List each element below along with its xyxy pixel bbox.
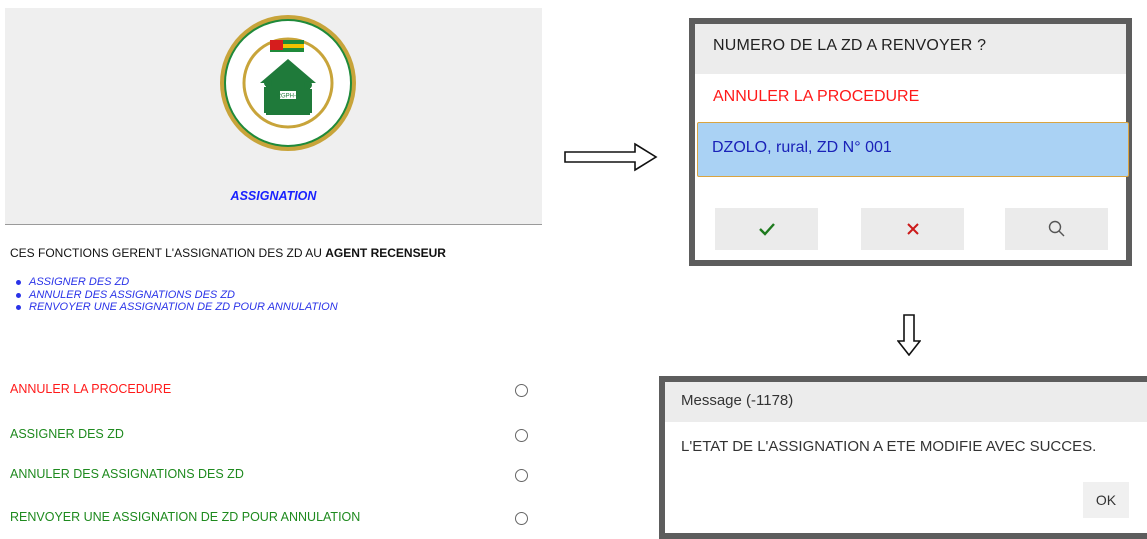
- check-icon: [758, 223, 775, 236]
- message-text: L'ETAT DE L'ASSIGNATION A ETE MODIFIE AV…: [681, 438, 1097, 455]
- dialog-title: Message (-1178): [681, 392, 794, 409]
- dialog-body: NUMERO DE LA ZD A RENVOYER ? ANNULER LA …: [695, 24, 1129, 260]
- search-icon: [1048, 220, 1064, 237]
- dialog-body: Message (-1178) L'ETAT DE L'ASSIGNATION …: [665, 382, 1147, 533]
- assignation-screen: RGPH-5 ASSIGNATION CES FONCTIONS GERENT …: [0, 0, 542, 539]
- ok-button[interactable]: OK: [1083, 482, 1129, 518]
- radio-button[interactable]: [515, 469, 528, 482]
- option-assign-zd[interactable]: ASSIGNER DES ZD: [10, 425, 530, 445]
- cancel-button[interactable]: [861, 208, 964, 250]
- close-icon: [906, 223, 919, 235]
- bullet-icon: [16, 280, 21, 285]
- zd-item-label: DZOLO, rural, ZD N° 001: [712, 139, 892, 156]
- radio-button[interactable]: [515, 384, 528, 397]
- function-list: ASSIGNER DES ZD ANNULER DES ASSIGNATIONS…: [16, 276, 338, 314]
- description-bold: AGENT RECENSEUR: [325, 246, 446, 260]
- option-return-assignment[interactable]: RENVOYER UNE ASSIGNATION DE ZD POUR ANNU…: [10, 508, 530, 528]
- search-button[interactable]: [1005, 208, 1108, 250]
- divider: [5, 224, 542, 225]
- page-title: ASSIGNATION: [230, 189, 317, 203]
- zd-select-dialog: NUMERO DE LA ZD A RENVOYER ? ANNULER LA …: [689, 18, 1132, 266]
- arrow-right-icon: [563, 141, 659, 178]
- radio-button[interactable]: [515, 512, 528, 525]
- dialog-title-bar: NUMERO DE LA ZD A RENVOYER ?: [695, 24, 1126, 74]
- logo-badge-text: RGPH-5: [277, 94, 300, 100]
- list-item: ANNULER DES ASSIGNATIONS DES ZD: [16, 289, 338, 302]
- zd-list-item-selected[interactable]: DZOLO, rural, ZD N° 001: [697, 122, 1129, 177]
- cancel-procedure-item[interactable]: ANNULER LA PROCEDURE: [713, 88, 919, 106]
- bullet-icon: [16, 292, 21, 298]
- option-cancel-assignments[interactable]: ANNULER DES ASSIGNATIONS DES ZD: [10, 465, 530, 485]
- description: CES FONCTIONS GERENT L'ASSIGNATION DES Z…: [10, 246, 446, 260]
- arrow-down-icon: [896, 314, 922, 361]
- message-dialog: Message (-1178) L'ETAT DE L'ASSIGNATION …: [659, 376, 1147, 539]
- header-area: RGPH-5 ASSIGNATION: [5, 8, 542, 224]
- confirm-button[interactable]: [715, 208, 818, 250]
- dialog-title: NUMERO DE LA ZD A RENVOYER ?: [713, 37, 987, 54]
- list-item: RENVOYER UNE ASSIGNATION DE ZD POUR ANNU…: [16, 301, 338, 314]
- rgph5-logo: RGPH-5: [218, 13, 358, 153]
- dialog-title-bar: Message (-1178): [665, 382, 1147, 422]
- list-item: ASSIGNER DES ZD: [16, 276, 338, 289]
- option-cancel-procedure[interactable]: ANNULER LA PROCEDURE: [10, 380, 530, 400]
- bullet-icon: [16, 305, 21, 310]
- radio-button[interactable]: [515, 429, 528, 442]
